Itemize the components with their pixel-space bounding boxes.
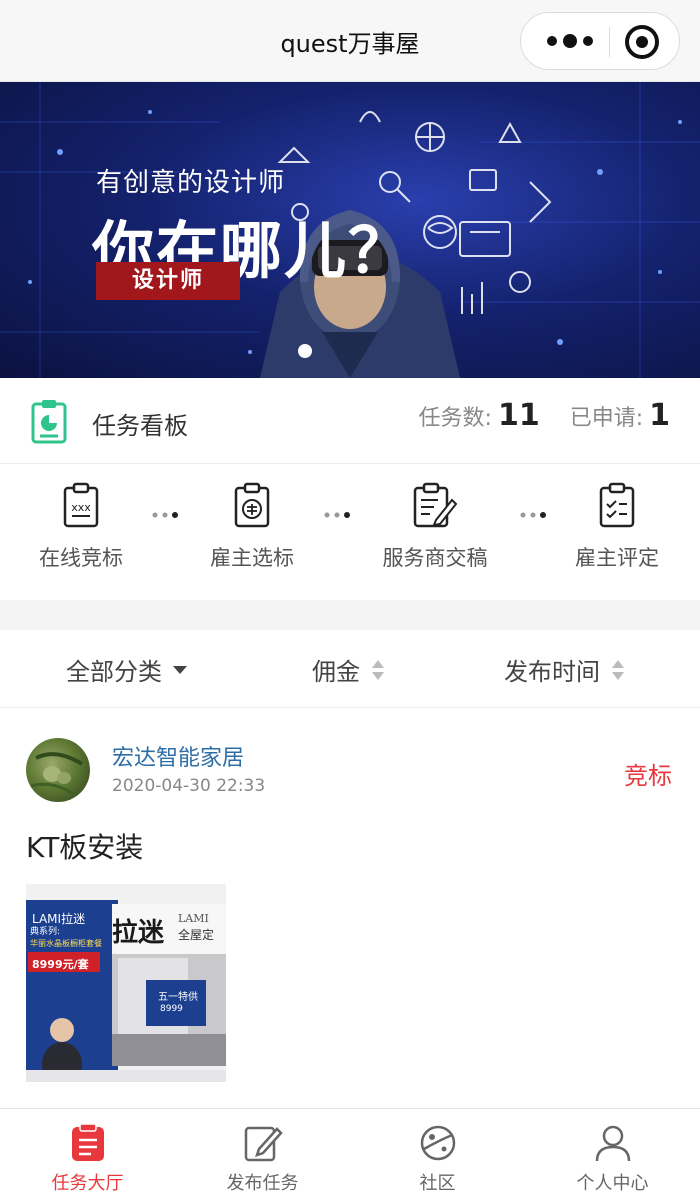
step-label: 在线竞标 [39, 546, 123, 570]
clipboard-xxx-icon: xxx [63, 482, 99, 528]
filter-publish-time[interactable]: 发布时间 [504, 652, 626, 687]
status-badge: 竞标 [624, 762, 672, 790]
filter-category-label: 全部分类 [66, 658, 162, 686]
task-board: 任务看板 任务数: 11 已申请: 1 [0, 378, 700, 464]
step-provider-submit: 服务商交稿 [360, 482, 510, 572]
step-connector-dots [324, 512, 350, 518]
tab-publish-task[interactable]: 发布任务 [175, 1123, 350, 1195]
clipboard-chart-icon [31, 400, 67, 444]
filter-category[interactable]: 全部分类 [66, 652, 188, 687]
tab-label: 任务大厅 [51, 1173, 124, 1194]
bottom-tab-bar: 任务大厅 发布任务 社区 个人中心 [0, 1108, 700, 1200]
image-series-name: 华丽水晶板橱柜套餐 [30, 939, 102, 948]
task-count-label: 任务数: [418, 406, 492, 431]
banner-carousel[interactable]: 有创意的设计师 你在哪儿？ 设计师 [0, 82, 700, 378]
banner-subtitle: 有创意的设计师 [96, 168, 286, 198]
filter-bar: 全部分类 佣金 发布时间 [0, 630, 700, 708]
user-profile-icon [595, 1125, 630, 1162]
sort-icon [612, 659, 624, 680]
publish-time: 2020-04-30 22:33 [112, 776, 266, 796]
task-board-title: 任务看板 [92, 412, 188, 440]
task-card[interactable]: 宏达智能家居 2020-04-30 22:33 竞标 KT板安装 LAMI拉迷 … [0, 708, 700, 1108]
avatar[interactable] [26, 738, 90, 802]
clipboard-check-icon [599, 482, 635, 528]
task-count-value: 11 [497, 398, 540, 433]
image-brand-sub: 全屋定 [178, 928, 215, 942]
tab-label: 社区 [419, 1173, 456, 1194]
applied-count-label: 已申请: [569, 406, 644, 431]
community-planet-icon [420, 1125, 455, 1161]
tab-profile[interactable]: 个人中心 [525, 1123, 700, 1195]
image-price: 8999元/套 [32, 958, 89, 971]
avatar-image [30, 752, 84, 796]
filter-commission-label: 佣金 [312, 658, 360, 686]
process-steps: xxx 在线竞标 雇主选标 服务商交稿 雇主评定 [0, 464, 700, 600]
step-online-bidding: xxx 在线竞标 [6, 482, 156, 572]
step-employer-review: 雇主评定 [542, 482, 692, 572]
image-promo-price: 8999 [160, 1004, 183, 1014]
navigation-bar: quest万事屋 [0, 0, 700, 82]
app-root: quest万事屋 有创意的设计师 你在哪儿？ 设计师 任务看板 任务数: 11 … [0, 0, 700, 1200]
task-image[interactable]: LAMI拉迷 拉迷 LAMI 全屋定 典系列: 华丽水晶板橱柜套餐 8999元/… [26, 884, 226, 1082]
target-circle-icon[interactable] [621, 21, 663, 63]
clipboard-coin-icon [234, 482, 270, 528]
task-board-stats: 任务数: 11 已申请: 1 [419, 398, 670, 442]
image-series: 典系列: [30, 927, 61, 937]
image-brand: 拉迷 [112, 918, 165, 948]
task-title[interactable]: KT板安装 [26, 826, 143, 866]
capsule-divider [609, 27, 610, 57]
tab-label: 个人中心 [576, 1173, 649, 1194]
step-connector-dots [152, 512, 178, 518]
step-label: 雇主选标 [210, 546, 294, 570]
carousel-indicator-dot[interactable] [298, 344, 312, 358]
applied-count-value: 1 [649, 398, 670, 433]
image-brand-en: LAMI [178, 912, 209, 925]
image-promo: 五一特供 [158, 992, 198, 1003]
tab-label: 发布任务 [226, 1173, 299, 1194]
step-label: 雇主评定 [575, 546, 659, 570]
tab-community[interactable]: 社区 [350, 1123, 525, 1195]
publish-edit-icon [244, 1126, 283, 1162]
mini-program-capsule [520, 12, 680, 70]
filter-commission[interactable]: 佣金 [312, 652, 386, 687]
section-gap [0, 600, 700, 630]
filter-publish-time-label: 发布时间 [504, 658, 600, 686]
caret-down-icon [173, 665, 187, 674]
sort-icon [372, 659, 384, 680]
banner-tag: 设计师 [96, 262, 240, 300]
step-employer-select: 雇主选标 [177, 482, 327, 572]
step-label: 服务商交稿 [382, 546, 488, 570]
svg-text:xxx: xxx [71, 501, 91, 514]
more-dots-icon[interactable] [539, 21, 601, 61]
clipboard-pen-icon [413, 482, 458, 528]
company-name[interactable]: 宏达智能家居 [112, 740, 244, 772]
task-hall-icon [71, 1123, 104, 1161]
tab-task-hall[interactable]: 任务大厅 [0, 1123, 175, 1195]
